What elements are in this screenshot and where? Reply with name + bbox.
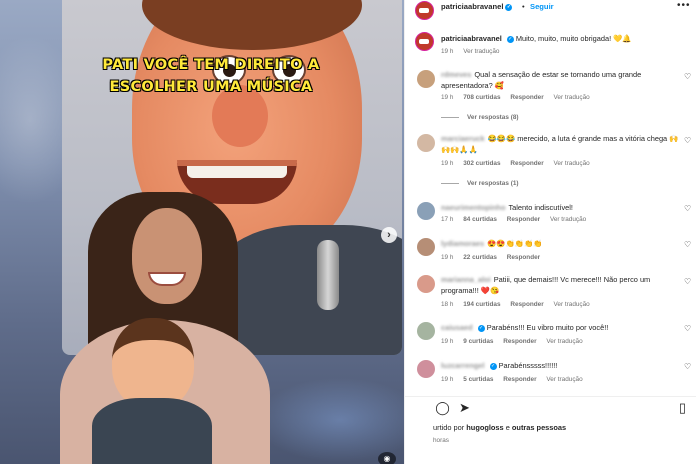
share-icon[interactable]: ➤ bbox=[457, 400, 472, 415]
heart-icon[interactable]: ♡ bbox=[684, 204, 691, 213]
verified-icon: ✓ bbox=[477, 324, 485, 332]
view-replies-button[interactable]: Ver respostas (1) bbox=[441, 180, 519, 187]
follow-button[interactable]: Seguir bbox=[530, 2, 554, 11]
comment-text: marciaeruck 😂😂😂 merecido, a luta é grande… bbox=[441, 134, 679, 154]
comment-meta: 17 h 84 curtidas Responder Ver tradução bbox=[441, 216, 587, 223]
liked-by-text: urtido por hugogloss e outras pessoas bbox=[433, 423, 567, 432]
likes-count[interactable]: 302 curtidas bbox=[463, 160, 500, 167]
reply-button[interactable]: Responder bbox=[503, 338, 536, 345]
reply-button[interactable]: Responder bbox=[510, 94, 543, 101]
heart-icon[interactable]: ♡ bbox=[684, 72, 691, 81]
comment-username[interactable]: caiusaed bbox=[441, 323, 473, 332]
likes-count[interactable]: 194 curtidas bbox=[463, 301, 500, 308]
caption-text: patriciaabravanel ✓ Muito, muito, muito o… bbox=[441, 34, 632, 43]
doll-head bbox=[112, 318, 194, 410]
comment-text: luzcarrengel ✓ Parabénsssss!!!!!! bbox=[441, 361, 558, 370]
comment-text: naeurimentopinho Talento indiscutível! bbox=[441, 203, 573, 212]
translate-link[interactable]: Ver tradução bbox=[554, 160, 590, 167]
avatar[interactable] bbox=[417, 322, 435, 340]
comment-meta: 19 h 302 curtidas Responder Ver tradução bbox=[441, 160, 590, 167]
caption-time: 19 h bbox=[441, 48, 454, 55]
more-options-icon[interactable]: ••• bbox=[677, 0, 691, 11]
avatar[interactable] bbox=[417, 238, 435, 256]
avatar[interactable] bbox=[417, 202, 435, 220]
avatar[interactable] bbox=[417, 275, 435, 293]
reply-button[interactable]: Responder bbox=[507, 254, 540, 261]
likes-count[interactable]: 708 curtidas bbox=[463, 94, 500, 101]
chevron-right-icon[interactable]: › bbox=[381, 227, 397, 243]
comment-text: lydiamoraes 😍😍👏👏👏👏 bbox=[441, 239, 543, 248]
comment-meta: 18 h 194 curtidas Responder Ver tradução bbox=[441, 301, 590, 308]
caption-username[interactable]: patriciaabravanel bbox=[441, 34, 502, 43]
translate-link[interactable]: Ver tradução bbox=[554, 94, 590, 101]
separator-dot: • bbox=[522, 2, 525, 11]
reply-button[interactable]: Responder bbox=[503, 376, 536, 383]
comments-panel: patriciaabravanel ✓ • Seguir ••• patricia… bbox=[404, 0, 696, 464]
audio-icon[interactable]: ◉ bbox=[378, 452, 396, 464]
cartoon-suit bbox=[212, 225, 402, 355]
verified-icon: ✓ bbox=[506, 35, 514, 43]
avatar[interactable] bbox=[417, 134, 435, 152]
microphone bbox=[317, 240, 339, 310]
comment-username[interactable]: naeurimentopinho bbox=[441, 203, 505, 212]
overlay-line-1: PATI VOCÊ TEM DIREITO A bbox=[102, 57, 320, 73]
translate-link[interactable]: Ver tradução bbox=[550, 216, 586, 223]
view-replies-button[interactable]: Ver respostas (8) bbox=[441, 114, 519, 121]
post-header: patriciaabravanel ✓ • Seguir ••• bbox=[405, 0, 696, 22]
avatar[interactable] bbox=[417, 360, 435, 378]
avatar[interactable] bbox=[417, 70, 435, 88]
likes-count[interactable]: 22 curtidas bbox=[463, 254, 497, 261]
reply-button[interactable]: Responder bbox=[510, 301, 543, 308]
heart-icon[interactable]: ♡ bbox=[684, 240, 691, 249]
comment-icon[interactable]: ◯ bbox=[435, 400, 450, 415]
comment-meta: 19 h 708 curtidas Responder Ver tradução bbox=[441, 94, 590, 101]
bookmark-icon[interactable]: ▯ bbox=[675, 400, 690, 415]
verified-icon: ✓ bbox=[489, 362, 497, 370]
comment-username[interactable]: marciaeruck bbox=[441, 134, 485, 143]
caption-meta: 19 h Ver tradução bbox=[441, 48, 507, 55]
comment-meta: 19 h 9 curtidas Responder Ver tradução bbox=[441, 338, 583, 345]
reply-button[interactable]: Responder bbox=[510, 160, 543, 167]
translate-link[interactable]: Ver tradução bbox=[463, 48, 499, 55]
heart-icon[interactable]: ♡ bbox=[684, 136, 691, 145]
post-media[interactable]: PATI VOCÊ TEM DIREITO A ESCOLHER UMA MÚS… bbox=[0, 0, 404, 464]
post-actions: ◯ ➤ ▯ bbox=[405, 396, 696, 418]
verified-icon: ✓ bbox=[505, 3, 513, 11]
comment-meta: 19 h 22 curtidas Responder bbox=[441, 254, 541, 261]
heart-icon[interactable]: ♡ bbox=[684, 362, 691, 371]
person-face bbox=[132, 208, 202, 304]
video-caption-overlay: PATI VOCÊ TEM DIREITO A ESCOLHER UMA MÚS… bbox=[96, 54, 326, 98]
likes-count[interactable]: 9 curtidas bbox=[463, 338, 493, 345]
heart-icon[interactable]: ♡ bbox=[684, 324, 691, 333]
comment-text: rdmeves Qual a sensação de estar se torna… bbox=[441, 70, 642, 90]
comment-username[interactable]: lydiamoraes bbox=[441, 239, 484, 248]
comment-text: marianna_aloi Patiii, que demais!!! Vc me… bbox=[441, 275, 651, 295]
likes-count[interactable]: 5 curtidas bbox=[463, 376, 493, 383]
comment-username[interactable]: luzcarrengel bbox=[441, 361, 485, 370]
comment-text: caiusaed ✓ Parabéns!!! Eu vibro muito por… bbox=[441, 323, 609, 332]
avatar[interactable] bbox=[415, 1, 434, 20]
post-time: horas bbox=[433, 437, 449, 444]
reply-button[interactable]: Responder bbox=[507, 216, 540, 223]
liked-by-user-link[interactable]: hugogloss bbox=[466, 423, 503, 432]
likes-count[interactable]: 84 curtidas bbox=[463, 216, 497, 223]
translate-link[interactable]: Ver tradução bbox=[546, 376, 582, 383]
translate-link[interactable]: Ver tradução bbox=[554, 301, 590, 308]
translate-link[interactable]: Ver tradução bbox=[546, 338, 582, 345]
comment-meta: 19 h 5 curtidas Responder Ver tradução bbox=[441, 376, 583, 383]
avatar[interactable] bbox=[415, 32, 434, 51]
heart-icon[interactable]: ♡ bbox=[684, 277, 691, 286]
doll-body bbox=[92, 398, 212, 464]
liked-by-others-link[interactable]: outras pessoas bbox=[512, 423, 566, 432]
comment-username[interactable]: marianna_aloi bbox=[441, 275, 491, 284]
comment-username[interactable]: rdmeves bbox=[441, 70, 471, 79]
overlay-line-2: ESCOLHER UMA MÚSICA bbox=[109, 79, 313, 95]
post-username[interactable]: patriciaabravanel ✓ bbox=[441, 2, 513, 11]
